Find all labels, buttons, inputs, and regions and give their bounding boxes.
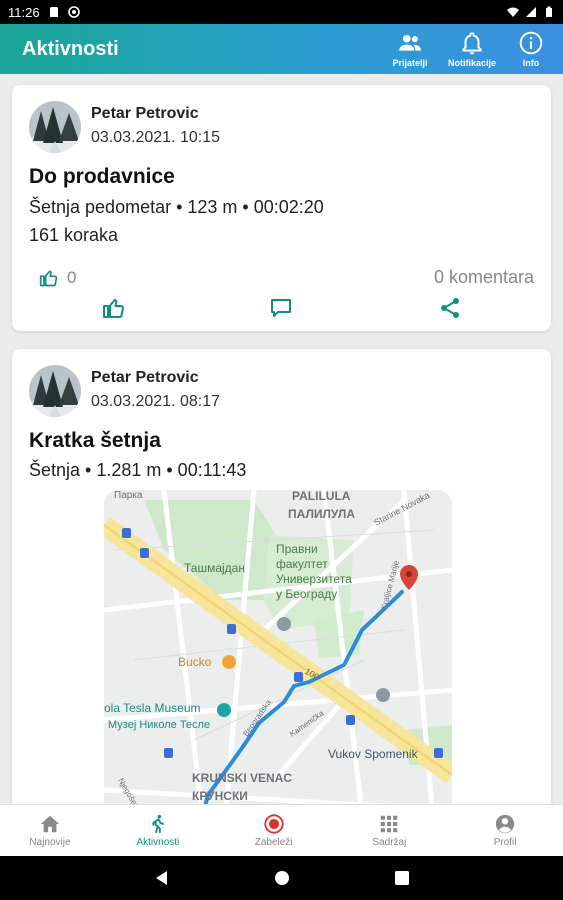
activity-card[interactable]: Petar Petrovic 03.03.2021. 08:17 Kratka … — [12, 349, 551, 804]
like-count: 0 — [39, 268, 76, 288]
nav-item-aktivnosti[interactable]: Aktivnosti — [100, 805, 216, 856]
people-icon — [399, 34, 421, 51]
grid-icon — [381, 815, 398, 833]
info-button[interactable]: Info — [503, 24, 559, 74]
map-label-palilula: PALILULA — [292, 490, 351, 503]
nav-item-najnovije[interactable]: Najnovije — [0, 805, 100, 856]
avatar[interactable] — [29, 101, 81, 153]
recents-button[interactable] — [392, 868, 412, 888]
author-name[interactable]: Petar Petrovic — [91, 369, 199, 387]
recents-square-icon — [394, 871, 409, 885]
home-icon — [40, 815, 60, 833]
restaurant-icon — [222, 655, 236, 669]
home-circle-icon — [274, 871, 289, 885]
nav-label: Aktivnosti — [136, 837, 180, 848]
activity-feed[interactable]: Petar Petrovic 03.03.2021. 10:15 Do prod… — [0, 74, 563, 804]
activity-detail: Šetnja pedometar • 123 m • 00:02:20 — [29, 197, 324, 217]
map-label-pravni-3: Универзитета — [276, 572, 352, 586]
activity-title[interactable]: Kratka šetnja — [29, 429, 161, 453]
avatar-image — [29, 365, 81, 417]
museum-icon — [217, 703, 231, 717]
sd-card-icon — [49, 7, 58, 17]
nav-label: Najnovije — [29, 837, 71, 848]
map-label-pravni-1: Правни — [276, 542, 318, 556]
map-label-palilula-cyr: ПАЛИЛУЛА — [288, 507, 355, 521]
record-icon — [264, 814, 284, 834]
map-label-vukov: Vukov Spomenik — [328, 747, 419, 761]
comment-icon — [271, 299, 291, 317]
map-canvas: PALILULA ПАЛИЛУЛА Парка Starine Novaka Т… — [104, 490, 452, 804]
map-label-bucko: Bucko — [178, 655, 212, 669]
info-label: Info — [522, 58, 540, 68]
map-label-krunski-1: KRUNSKI VENAC — [192, 771, 292, 785]
wifi-icon — [507, 7, 519, 17]
system-navigation-bar — [0, 856, 563, 900]
nav-item-sadrzaj[interactable]: Sadržaj — [332, 805, 448, 856]
share-button[interactable] — [435, 295, 465, 321]
home-button[interactable] — [272, 868, 292, 888]
thumbs-up-icon — [103, 298, 124, 318]
status-bar: 11:26 — [0, 0, 563, 24]
nav-label: Zabeleži — [254, 837, 293, 848]
comment-button[interactable] — [266, 295, 296, 321]
activity-detail: Šetnja • 1.281 m • 00:11:43 — [29, 460, 247, 480]
app-bar: Aktivnosti Prijatelji Notifikacije Info — [0, 24, 563, 74]
map-label-pravni-2: факултет — [276, 557, 328, 571]
author-name[interactable]: Petar Petrovic — [91, 105, 199, 123]
friends-label: Prijatelji — [392, 58, 428, 68]
status-time: 11:26 — [8, 4, 40, 20]
activity-card[interactable]: Petar Petrovic 03.03.2021. 10:15 Do prod… — [12, 85, 551, 331]
nav-item-profil[interactable]: Profil — [447, 805, 563, 856]
like-count-value: 0 — [67, 268, 77, 287]
nav-label: Sadržaj — [372, 837, 407, 848]
map-label-tesla-1: ola Tesla Museum — [104, 701, 201, 715]
battery-icon — [546, 6, 552, 17]
walking-icon — [152, 814, 164, 834]
avatar-image — [29, 101, 81, 153]
notifications-label: Notifikacije — [447, 58, 496, 68]
back-button[interactable] — [152, 868, 172, 888]
nav-item-zabelezi[interactable]: Zabeleži — [216, 805, 332, 856]
activity-date: 03.03.2021. 10:15 — [91, 129, 221, 146]
share-icon — [441, 298, 459, 318]
bottom-navigation: Najnovije Aktivnosti Zabeleži Sadržaj Pr… — [0, 804, 563, 856]
activity-date: 03.03.2021. 08:17 — [91, 393, 221, 410]
map-label-top-clip: Парка — [114, 490, 143, 501]
signal-icon — [526, 7, 536, 17]
poi-icon — [277, 617, 291, 631]
friends-button[interactable]: Prijatelji — [379, 24, 441, 74]
nav-label: Profil — [493, 837, 517, 848]
like-button[interactable] — [99, 295, 129, 321]
map-label-krunski-2: КРУНСКИ — [192, 789, 248, 803]
comment-count[interactable]: 0 komentara — [434, 267, 534, 288]
map-label-tasmajdan: Ташмајдан — [184, 561, 245, 575]
activity-steps: 161 koraka — [29, 225, 119, 245]
map-label-pravni-4: у Београду — [276, 587, 337, 601]
avatar[interactable] — [29, 365, 81, 417]
back-triangle-icon — [155, 871, 167, 885]
activity-title[interactable]: Do prodavnice — [29, 165, 175, 189]
thumbs-up-small-icon — [39, 270, 58, 287]
sync-icon — [67, 6, 80, 18]
info-icon — [519, 31, 543, 55]
route-map[interactable]: PALILULA ПАЛИЛУЛА Парка Starine Novaka Т… — [104, 490, 452, 804]
bell-icon — [462, 32, 482, 55]
notifications-button[interactable]: Notifikacije — [441, 24, 503, 74]
page-title: Aktivnosti — [22, 37, 119, 60]
map-label-tesla-2: Музеј Николе Тесле — [108, 719, 210, 731]
poi-icon — [376, 688, 390, 702]
profile-icon — [495, 814, 515, 834]
